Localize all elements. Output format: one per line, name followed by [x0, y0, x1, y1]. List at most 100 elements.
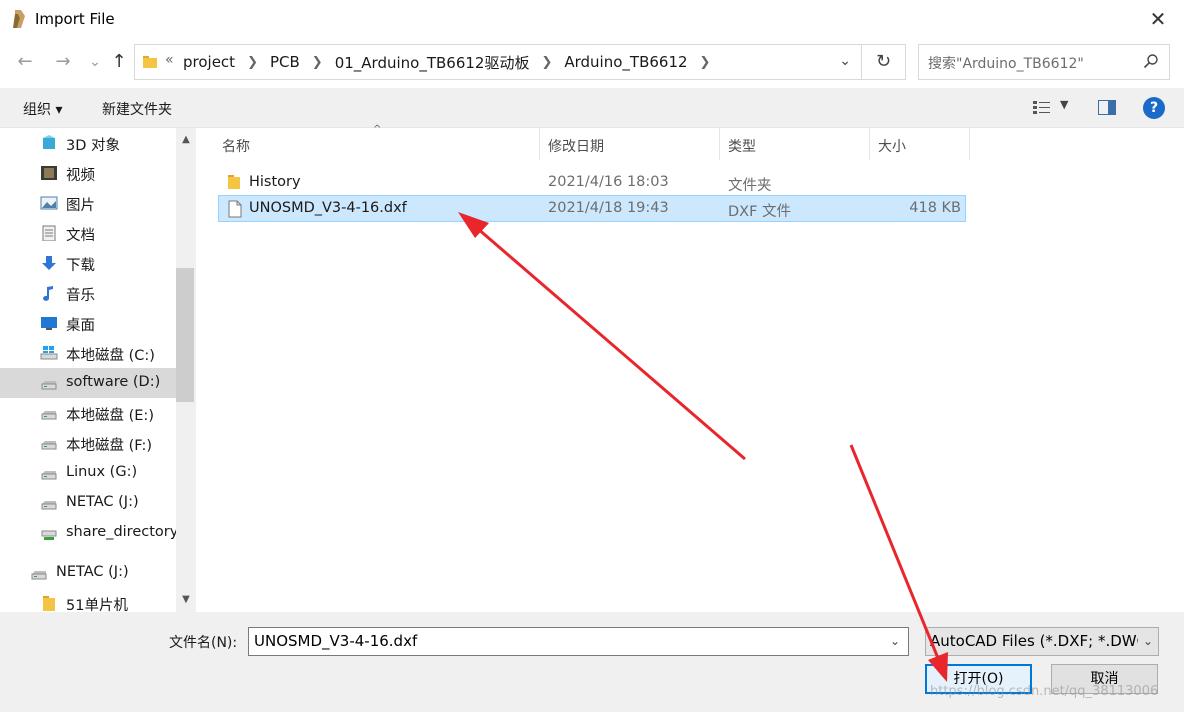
file-type: 文件夹 [728, 178, 772, 194]
sidebar-item[interactable]: share_directory [0, 518, 179, 548]
sidebar-item[interactable]: 本地磁盘 (C:) [0, 338, 176, 368]
sidebar-item[interactable]: 3D 对象 [0, 128, 176, 158]
sidebar-item[interactable]: NETAC (J:) [0, 558, 176, 588]
drive-icon [31, 571, 47, 580]
search-input[interactable]: 搜索"Arduino_TB6612" [918, 44, 1170, 80]
sidebar-item-label: 本地磁盘 (F:) [66, 438, 153, 454]
preview-pane-icon[interactable] [1098, 100, 1116, 115]
window-title: Import File [35, 10, 115, 28]
navigation-pane: 3D 对象视频图片文档下载音乐桌面本地磁盘 (C:) software (D:) 本… [0, 128, 196, 612]
address-bar[interactable]: « project ❯ PCB ❯ 01_Arduino_TB6612驱动板 ❯… [134, 44, 862, 80]
music-icon [43, 286, 53, 301]
dialog-footer: 文件名(N): UNOSMD_V3-4-16.dxf ⌄ AutoCAD Fil… [0, 612, 1184, 712]
sidebar-item-label: 视频 [66, 168, 95, 184]
drive-icon [41, 501, 57, 510]
sort-ascending-icon: ^ [373, 124, 382, 135]
sidebar-item-label: 桌面 [66, 318, 95, 334]
breadcrumb-item[interactable]: project [183, 53, 243, 71]
command-toolbar: 组织 ▾ 新建文件夹 ▼ ? [0, 88, 1184, 128]
sidebar-item[interactable]: Linux (G:) [0, 458, 176, 488]
chevron-right-icon[interactable]: ❯ [308, 55, 335, 70]
sidebar-item[interactable]: 下载 [0, 248, 176, 278]
filter-value: AutoCAD Files (*.DXF; *.DWG [930, 632, 1149, 650]
file-list: 名称 ^ 修改日期 类型 大小 History 2021/4/16 18:03 … [196, 124, 1184, 612]
help-icon[interactable]: ? [1143, 97, 1165, 119]
sidebar-item[interactable]: 图片 [0, 188, 176, 218]
chevron-right-icon[interactable]: ❯ [537, 55, 564, 70]
desktop-icon [41, 317, 57, 330]
watermark: https://blog.csdn.net/qq_38113006 [930, 684, 1159, 699]
video-icon [41, 166, 57, 180]
drive-icon [41, 411, 57, 420]
sidebar-item-label: NETAC (J:) [56, 564, 129, 580]
forward-button[interactable]: → [52, 50, 74, 74]
overflow-chevron[interactable]: « [165, 52, 174, 68]
sidebar-item-label: 文档 [66, 228, 95, 244]
sidebar-item-label: 音乐 [66, 288, 95, 304]
recent-locations-button[interactable]: ⌄ [84, 50, 106, 74]
file-row[interactable]: History 2021/4/16 18:03 文件夹 [218, 169, 966, 196]
file-type: DXF 文件 [728, 204, 792, 220]
column-type[interactable]: 类型 [720, 128, 870, 160]
sidebar-item[interactable]: 桌面 [0, 308, 176, 338]
chevron-right-icon[interactable]: ❯ [243, 55, 270, 70]
network-drive-icon [41, 530, 57, 540]
up-button[interactable]: ↑ [108, 50, 130, 74]
folder-icon [43, 596, 55, 611]
file-date: 2021/4/18 19:43 [548, 200, 669, 216]
view-options-icon[interactable] [1032, 99, 1052, 117]
file-size: 418 KB [909, 200, 961, 216]
folder-icon [228, 175, 240, 189]
sidebar-item-label: 图片 [66, 198, 95, 214]
sidebar-item[interactable]: 本地磁盘 (E:) [0, 398, 176, 428]
breadcrumb-item[interactable]: Arduino_TB6612 [564, 53, 695, 71]
breadcrumb: project ❯ PCB ❯ 01_Arduino_TB6612驱动板 ❯ A… [183, 45, 722, 79]
file-type-filter[interactable]: AutoCAD Files (*.DXF; *.DWG ⌄ [925, 627, 1159, 656]
search-placeholder: 搜索"Arduino_TB6612" [928, 56, 1084, 72]
sidebar-item-label: 51单片机 [66, 598, 128, 612]
sidebar-item-label: 3D 对象 [66, 138, 120, 154]
chevron-down-icon[interactable]: ⌄ [1138, 628, 1158, 655]
sidebar-item-label: share_directory [66, 524, 179, 540]
sidebar-item-label: 本地磁盘 (E:) [66, 408, 154, 424]
downloads-icon [42, 256, 56, 270]
title-bar: Import File ✕ [0, 0, 1184, 38]
folder-icon [143, 56, 157, 68]
breadcrumb-item[interactable]: 01_Arduino_TB6612驱动板 [335, 52, 538, 73]
sidebar-item[interactable]: NETAC (J:) [0, 488, 176, 518]
sidebar-item[interactable]: 51单片机 [0, 588, 176, 612]
sidebar-item[interactable]: 文档 [0, 218, 176, 248]
chevron-right-icon[interactable]: ❯ [696, 55, 723, 70]
file-row-selected[interactable]: UNOSMD_V3-4-16.dxf 2021/4/18 19:43 DXF 文… [218, 195, 966, 222]
scroll-up-icon[interactable]: ▲ [176, 130, 196, 150]
documents-icon [42, 225, 56, 241]
breadcrumb-item[interactable]: PCB [270, 53, 308, 71]
pictures-icon [40, 196, 58, 210]
sidebar-item[interactable]: 音乐 [0, 278, 176, 308]
chevron-down-icon[interactable]: ⌄ [839, 53, 851, 69]
close-button[interactable]: ✕ [1146, 8, 1170, 30]
refresh-button[interactable]: ↻ [862, 44, 906, 80]
new-folder-button[interactable]: 新建文件夹 [102, 99, 172, 119]
filename-input[interactable]: UNOSMD_V3-4-16.dxf ⌄ [248, 627, 909, 656]
chevron-down-icon[interactable]: ⌄ [890, 634, 900, 648]
search-icon [1143, 54, 1158, 69]
sidebar-item-label: 本地磁盘 (C:) [66, 348, 155, 364]
column-size[interactable]: 大小 [870, 128, 970, 160]
sidebar-scrollbar-thumb[interactable] [176, 268, 194, 402]
file-name: UNOSMD_V3-4-16.dxf [249, 200, 407, 216]
filename-label: 文件名(N): [169, 635, 238, 651]
view-dropdown-icon[interactable]: ▼ [1060, 98, 1068, 111]
sidebar-item[interactable]: 本地磁盘 (F:) [0, 428, 176, 458]
drive-icon [41, 471, 57, 480]
windows-drive-icon [40, 346, 58, 360]
navigation-bar: ← → ⌄ ↑ « project ❯ PCB ❯ 01_Arduino_TB6… [0, 38, 1184, 88]
organize-menu[interactable]: 组织 ▾ [23, 99, 62, 119]
filename-value: UNOSMD_V3-4-16.dxf [254, 632, 418, 650]
scroll-down-icon[interactable]: ▼ [176, 590, 196, 610]
back-button[interactable]: ← [14, 50, 36, 74]
sidebar-item[interactable]: software (D:) [0, 368, 176, 398]
sidebar-item[interactable]: 视频 [0, 158, 176, 188]
file-name: History [249, 174, 301, 190]
column-date[interactable]: 修改日期 [540, 128, 720, 160]
